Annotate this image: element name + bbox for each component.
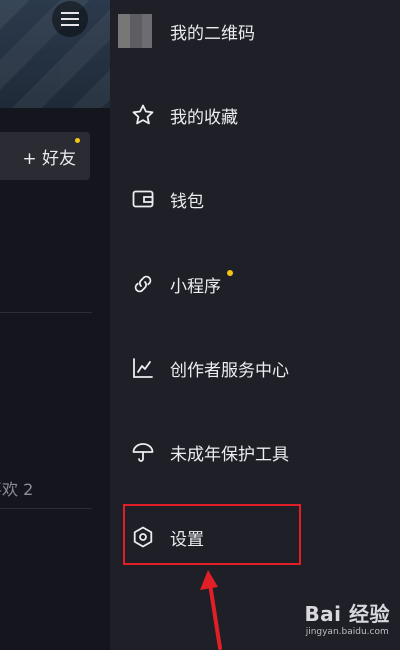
menu-item-creator-center[interactable]: 创作者服务中心 — [110, 340, 400, 396]
menu-item-label: 创作者服务中心 — [170, 360, 289, 381]
qr-code-thumbnail — [118, 14, 152, 48]
menu-item-favorites[interactable]: 我的收藏 — [110, 87, 400, 143]
umbrella-icon — [130, 439, 156, 465]
settings-highlight-box — [123, 504, 301, 565]
watermark-url: jingyan.baidu.com — [305, 627, 389, 637]
notification-dot — [75, 138, 80, 143]
menu-item-label: 小程序 — [170, 276, 221, 297]
menu-item-mini-programs[interactable]: 小程序 — [110, 256, 400, 312]
menu-button[interactable] — [52, 1, 88, 37]
menu-item-label: 我的收藏 — [170, 107, 238, 128]
add-friend-button[interactable]: + 好友 — [0, 132, 90, 180]
menu-item-wallet[interactable]: 钱包 — [110, 171, 400, 227]
menu-item-label: 钱包 — [170, 191, 204, 212]
wallet-icon — [130, 186, 156, 212]
baidu-jingyan-watermark: Bai 经验 jingyan.baidu.com — [304, 598, 390, 637]
profile-background: + 好友 喜欢 2 — [0, 0, 110, 650]
star-icon — [130, 102, 156, 128]
watermark-logo: Bai 经验 — [304, 602, 390, 626]
add-friend-label: + 好友 — [22, 148, 76, 169]
menu-item-minor-protection[interactable]: 未成年保护工具 — [110, 424, 400, 480]
hamburger-icon — [61, 12, 79, 26]
link-icon — [130, 271, 156, 297]
chart-icon — [130, 355, 156, 381]
likes-tab[interactable]: 喜欢 2 — [0, 476, 33, 500]
menu-item-qr-code[interactable]: 我的二维码 — [110, 3, 400, 59]
divider — [0, 508, 92, 509]
divider — [0, 312, 92, 313]
red-arrow-annotation — [200, 570, 222, 650]
new-badge — [227, 270, 233, 276]
menu-item-label: 未成年保护工具 — [170, 444, 289, 465]
menu-item-label: 我的二维码 — [170, 23, 255, 44]
